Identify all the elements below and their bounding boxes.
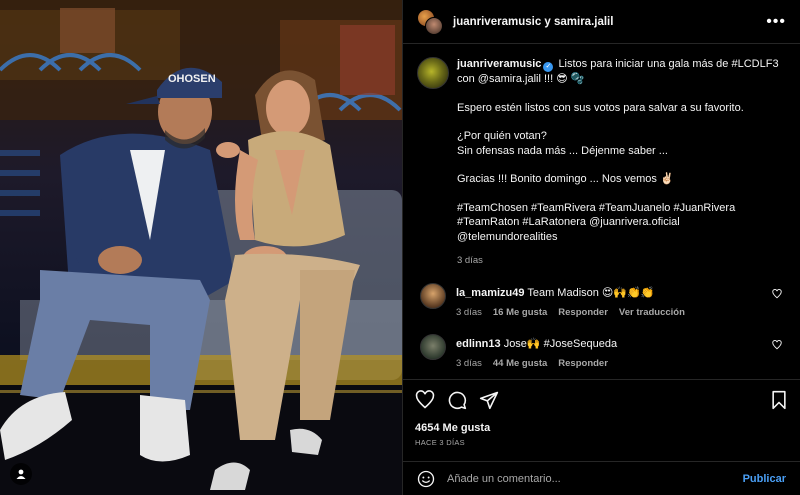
post-actions: 4654 Me gusta HACE 3 DÍAS xyxy=(403,379,800,459)
caption-line: Espero estén listos con sus votos para s… xyxy=(457,101,744,114)
list-item: la_mamizu49 Team Madison 😍🙌👏👏 3 días 16 … xyxy=(417,282,786,318)
avatar[interactable] xyxy=(420,282,446,309)
caption-line: Gracias !!! Bonito domingo ... Nos vemos… xyxy=(457,173,674,185)
caption-timestamp[interactable]: 3 días xyxy=(457,254,786,269)
avatar xyxy=(425,16,443,35)
avatar[interactable] xyxy=(417,57,449,89)
comment-timestamp[interactable]: 3 días xyxy=(456,358,482,369)
translate-button[interactable]: Ver traducción xyxy=(619,307,685,318)
more-horizontal-icon[interactable]: ••• xyxy=(766,13,786,30)
comment-composer: Publicar xyxy=(403,461,800,495)
comment-input[interactable] xyxy=(447,472,743,485)
likes-count[interactable]: 4654 Me gusta xyxy=(415,422,788,434)
cap-text: OHOSEN xyxy=(168,73,216,85)
caption-mention[interactable]: @telemundorealities xyxy=(457,230,786,245)
caption-hashtags[interactable]: #TeamRaton #LaRatonera @juanrivera.ofici… xyxy=(457,215,786,230)
instagram-post-modal: OHOSEN juanriveramusic y samira.jalil ••… xyxy=(0,0,800,495)
comments-scroll[interactable]: juanriveramusic ✓ Listos para iniciar una… xyxy=(403,45,800,379)
header-usernames[interactable]: juanriveramusic y samira.jalil xyxy=(453,16,766,28)
emoji-icon[interactable] xyxy=(417,470,435,488)
comment-text: Jose🙌 #JoseSequeda xyxy=(503,337,618,350)
comment-icon[interactable] xyxy=(447,390,467,410)
post-caption: juanriveramusic ✓ Listos para iniciar una… xyxy=(417,57,786,269)
comment-text: Team Madison 😍🙌👏👏 xyxy=(527,286,655,299)
heart-icon[interactable] xyxy=(772,288,782,299)
comment-likes[interactable]: 16 Me gusta xyxy=(493,307,547,318)
publish-button[interactable]: Publicar xyxy=(743,473,786,485)
user-tag-icon[interactable] xyxy=(10,463,32,485)
caption-line: Sin ofensas nada más ... Déjenme saber .… xyxy=(457,144,668,157)
caption-username[interactable]: juanriveramusic xyxy=(457,58,541,70)
caption-line: ¿Por quién votan? xyxy=(457,130,547,142)
list-item: edlinn13 Jose🙌 #JoseSequeda 3 días 44 Me… xyxy=(417,333,786,369)
share-icon[interactable] xyxy=(479,390,499,410)
avatar[interactable] xyxy=(420,333,446,360)
verified-badge-icon: ✓ xyxy=(543,62,554,72)
comment-likes[interactable]: 44 Me gusta xyxy=(493,358,547,369)
photo-scene: OHOSEN xyxy=(0,0,402,495)
post-side-panel: juanriveramusic y samira.jalil ••• juanr… xyxy=(402,0,800,495)
caption-hashtags[interactable]: #TeamChosen #TeamRivera #TeamJuanelo #Ju… xyxy=(457,201,786,216)
bookmark-icon[interactable] xyxy=(770,390,788,410)
heart-icon[interactable] xyxy=(415,390,435,410)
reply-button[interactable]: Responder xyxy=(558,358,608,369)
post-date[interactable]: HACE 3 DÍAS xyxy=(415,438,788,447)
post-header: juanriveramusic y samira.jalil ••• xyxy=(403,0,800,44)
comment-username[interactable]: la_mamizu49 xyxy=(456,287,524,299)
collab-avatars[interactable] xyxy=(417,8,443,35)
comment-timestamp[interactable]: 3 días xyxy=(456,307,482,318)
comment-username[interactable]: edlinn13 xyxy=(456,338,501,350)
heart-icon[interactable] xyxy=(772,339,782,350)
reply-button[interactable]: Responder xyxy=(558,307,608,318)
post-photo[interactable]: OHOSEN xyxy=(0,0,402,495)
